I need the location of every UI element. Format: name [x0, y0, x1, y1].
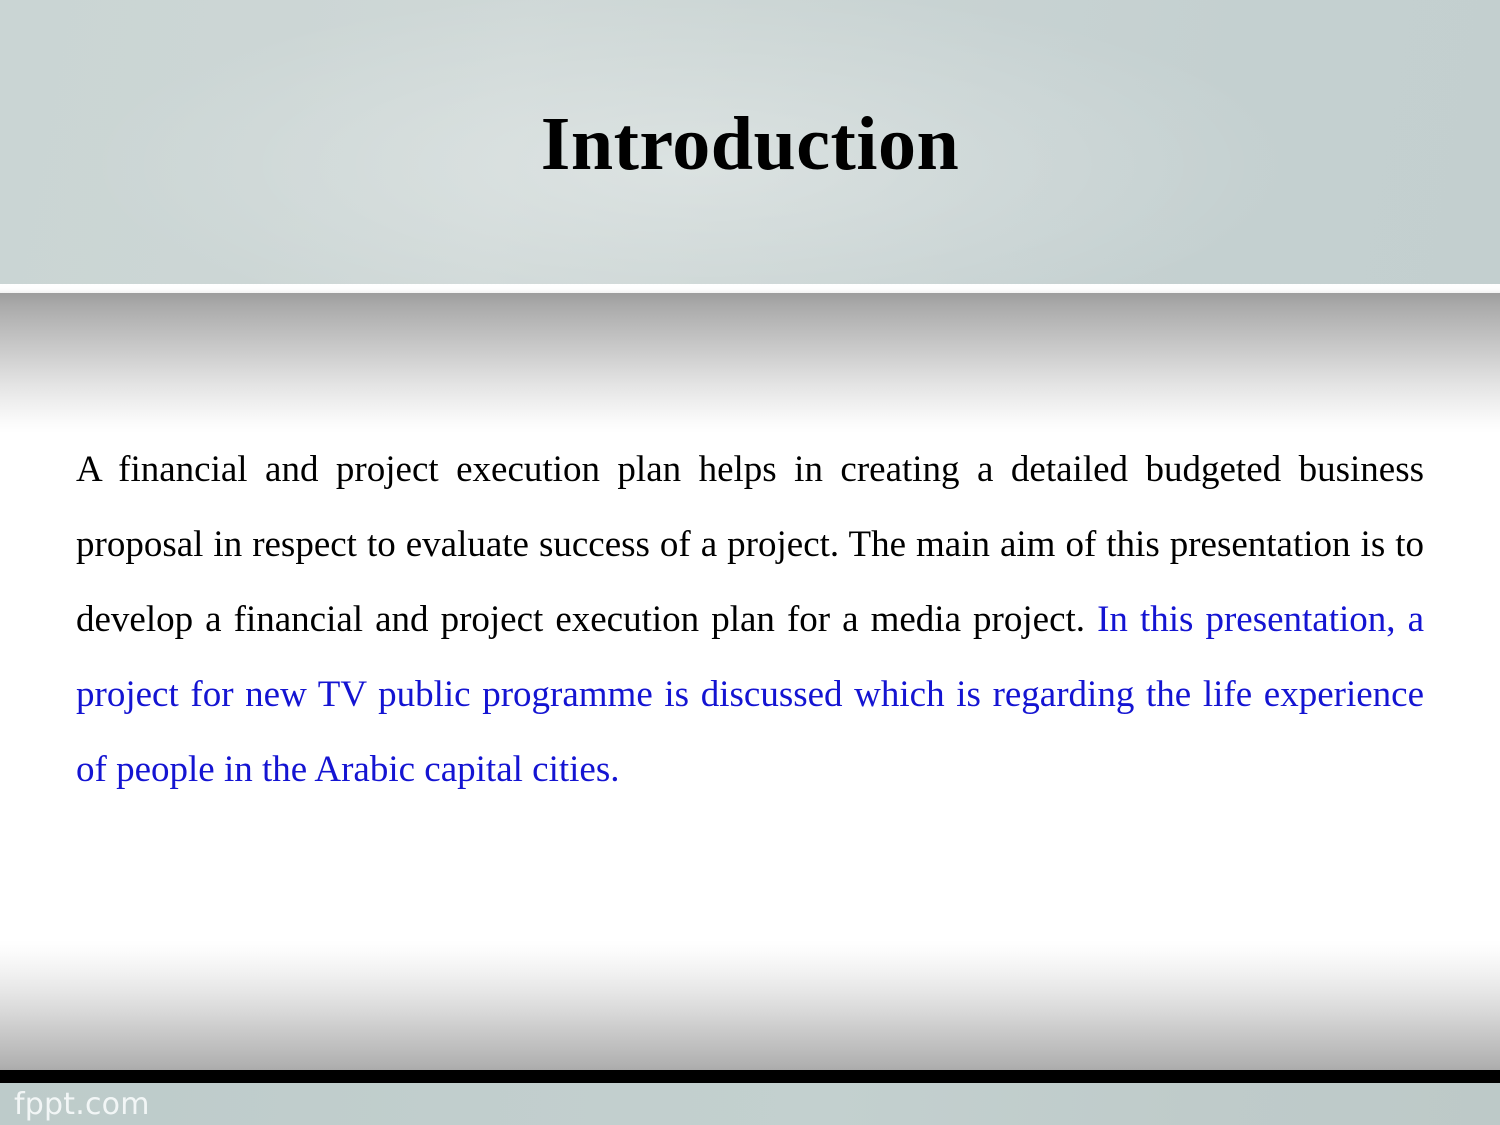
footer-watermark-label: fppt.com	[14, 1087, 150, 1122]
header-separator-strip	[0, 284, 1500, 293]
presentation-slide: Introduction A financial and project exe…	[0, 0, 1500, 1125]
footer-divider-bar	[0, 1070, 1500, 1083]
header-shadow-gradient	[0, 293, 1500, 433]
footer-shadow-gradient	[0, 940, 1500, 1070]
slide-footer-band	[0, 1083, 1500, 1125]
slide-body-text: A financial and project execution plan h…	[76, 432, 1424, 807]
page-title: Introduction	[540, 102, 960, 186]
